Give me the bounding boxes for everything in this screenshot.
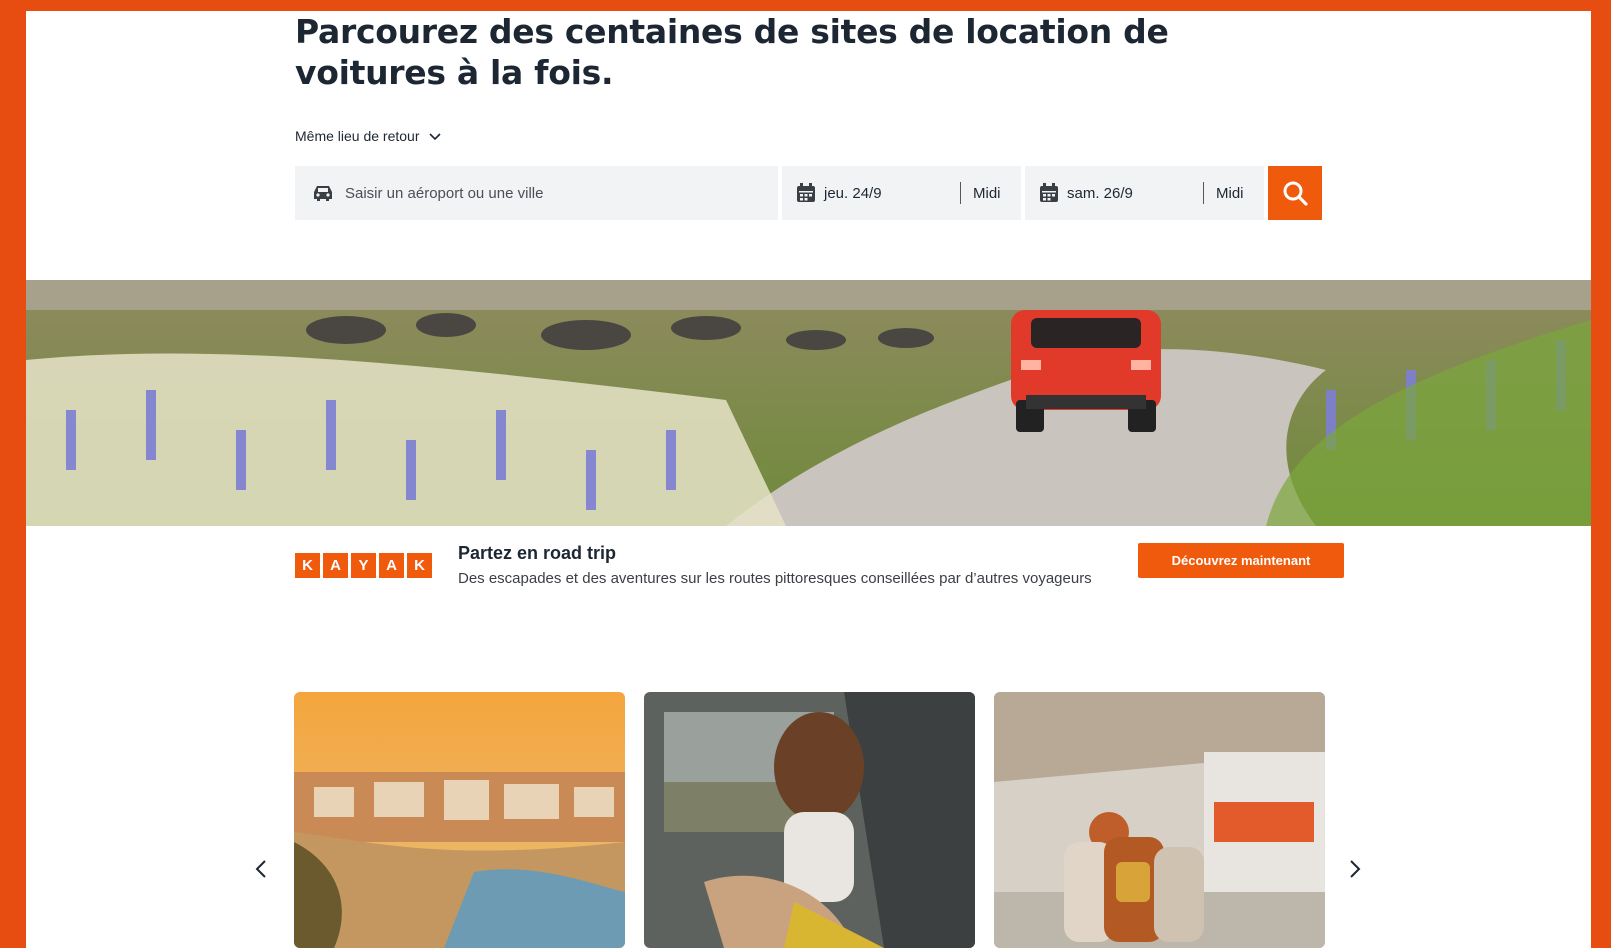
calendar-icon: [1040, 183, 1058, 202]
calendar-icon: [797, 183, 815, 202]
location-field[interactable]: Saisir un aéroport ou une ville: [295, 166, 778, 220]
banner-illustration: [26, 280, 1591, 526]
promo-description: Des escapades et des aventures sur les r…: [458, 570, 1092, 587]
chevron-right-icon: [1350, 860, 1361, 878]
chevron-down-icon: [428, 133, 441, 141]
search-icon: [1283, 181, 1308, 206]
carousel-prev-button[interactable]: [250, 857, 274, 881]
coastal-town-image: [294, 692, 625, 948]
pickup-time[interactable]: Midi: [973, 185, 1001, 202]
search-button[interactable]: [1268, 166, 1322, 220]
kayak-logo: K A Y A K: [295, 553, 432, 578]
destination-card[interactable]: [994, 692, 1325, 948]
divider: [1203, 182, 1204, 204]
car-icon: [314, 186, 332, 201]
dropoff-label: Même lieu de retour: [295, 128, 420, 144]
location-input[interactable]: Saisir un aéroport ou une ville: [345, 185, 543, 202]
promo-strip: K A Y A K Partez en road trip Des escapa…: [295, 543, 1344, 603]
destination-card[interactable]: [644, 692, 975, 948]
pickup-date-field[interactable]: jeu. 24/9 Midi: [782, 166, 1021, 220]
kayak-logo-letter: Y: [351, 553, 376, 578]
page-title: Parcourez des centaines de sites de loca…: [295, 12, 1169, 92]
promo-title: Partez en road trip: [458, 543, 617, 563]
return-date-field[interactable]: sam. 26/9 Midi: [1025, 166, 1264, 220]
van-traveler-image: [644, 692, 975, 948]
carousel-next-button[interactable]: [1342, 857, 1366, 881]
chevron-left-icon: [255, 860, 266, 878]
kayak-logo-letter: K: [295, 553, 320, 578]
dropoff-selector[interactable]: Même lieu de retour: [295, 128, 442, 144]
search-bar: Saisir un aéroport ou une ville jeu. 24/…: [295, 166, 1323, 220]
kayak-logo-letter: K: [407, 553, 432, 578]
kayak-logo-letter: A: [379, 553, 404, 578]
road-trip-banner-image: [26, 280, 1591, 526]
destination-card[interactable]: [294, 692, 625, 948]
discover-button[interactable]: Découvrez maintenant: [1138, 543, 1344, 578]
kayak-logo-letter: A: [323, 553, 348, 578]
return-time[interactable]: Midi: [1216, 185, 1244, 202]
pickup-date[interactable]: jeu. 24/9: [824, 185, 960, 202]
return-date[interactable]: sam. 26/9: [1067, 185, 1203, 202]
page-frame: Parcourez des centaines de sites de loca…: [26, 11, 1591, 948]
train-station-image: [994, 692, 1325, 948]
divider: [960, 182, 961, 204]
